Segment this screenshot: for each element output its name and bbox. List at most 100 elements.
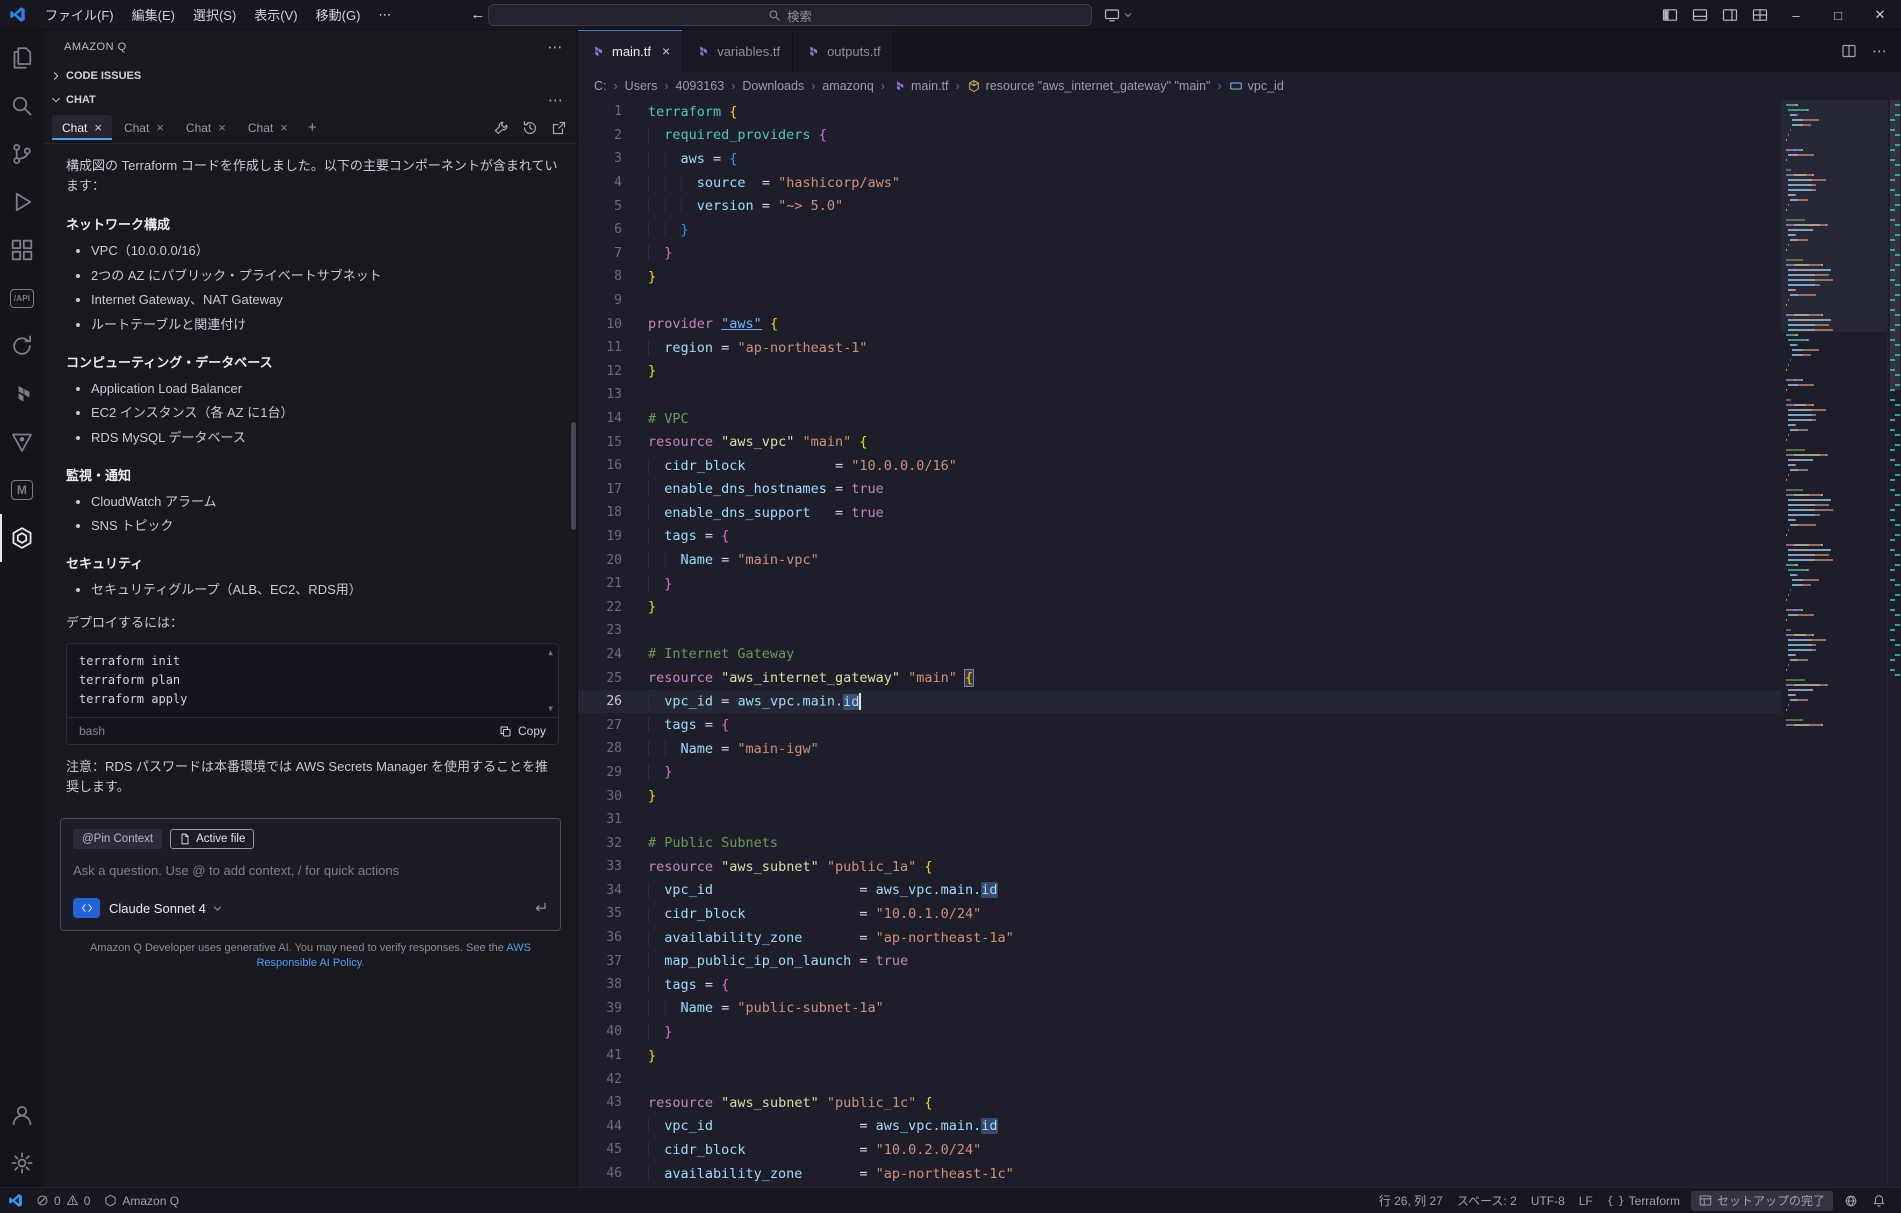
code-line[interactable]: 34 vpc_id = aws_vpc.main.id (578, 879, 1781, 903)
line-number[interactable]: 24 (578, 647, 622, 662)
breadcrumb-item[interactable]: vpc_id (1229, 79, 1284, 93)
code-line[interactable]: 46 availability_zone = "ap-northeast-1c" (578, 1162, 1781, 1186)
breadcrumb-item[interactable]: C: (594, 79, 607, 93)
line-number[interactable]: 13 (578, 387, 622, 402)
close-icon[interactable]: × (94, 120, 102, 135)
sync-activity-button[interactable] (0, 322, 44, 370)
active-file-chip[interactable]: Active file (170, 829, 255, 849)
m-extension-activity-button[interactable]: M (0, 466, 44, 514)
line-number[interactable]: 18 (578, 505, 622, 520)
line-number[interactable]: 4 (578, 175, 622, 190)
more-actions-icon[interactable]: ⋯ (548, 38, 564, 56)
menu-item[interactable]: ファイル(F) (36, 1, 123, 28)
more-actions-icon[interactable]: ⋯ (548, 91, 563, 109)
chat-tab[interactable]: Chat × (52, 115, 112, 140)
line-number[interactable]: 8 (578, 269, 622, 284)
editor-tab-variables.tf[interactable]: variables.tf (683, 30, 794, 72)
code-line[interactable]: 29 } (578, 761, 1781, 785)
chat-input[interactable]: Ask a question. Use @ to add context, / … (73, 863, 548, 878)
code-editor[interactable]: 1 terraform {2 required_providers {3 aws … (578, 100, 1781, 1187)
code-line[interactable]: 20 Name = "main-vpc" (578, 548, 1781, 572)
line-number[interactable]: 5 (578, 199, 622, 214)
code-line[interactable]: 41} (578, 1044, 1781, 1068)
line-number[interactable]: 3 (578, 151, 622, 166)
minimap[interactable] (1781, 100, 1887, 1187)
menu-item[interactable]: 選択(S) (184, 1, 245, 28)
breadcrumb-item[interactable]: resource "aws_internet_gateway" "main" (967, 79, 1210, 93)
menu-item[interactable]: 編集(E) (123, 1, 184, 28)
run-debug-activity-button[interactable] (0, 178, 44, 226)
close-button[interactable]: ✕ (1859, 0, 1901, 30)
tools-icon[interactable] (493, 120, 509, 136)
more-actions-icon[interactable]: ⋯ (1872, 42, 1887, 60)
editor-scrollbar[interactable] (1887, 100, 1901, 1187)
line-number[interactable]: 6 (578, 222, 622, 237)
customize-layout-button[interactable] (1745, 0, 1775, 30)
scroll-up-icon[interactable]: ▲ (548, 648, 553, 657)
open-in-editor-icon[interactable] (551, 120, 567, 136)
breadcrumb-item[interactable]: Users (625, 79, 658, 93)
code-line[interactable]: 30} (578, 784, 1781, 808)
code-line[interactable]: 8} (578, 265, 1781, 289)
line-number[interactable]: 9 (578, 293, 622, 308)
rest-api-activity-button[interactable]: /API (0, 274, 44, 322)
code-line[interactable]: 28 Name = "main-igw" (578, 737, 1781, 761)
more-menus-icon[interactable]: ⋯ (369, 3, 400, 27)
close-icon[interactable]: × (218, 120, 226, 135)
code-line[interactable]: 15 resource "aws_vpc" "main" { (578, 430, 1781, 454)
code-line[interactable]: 6 } (578, 218, 1781, 242)
line-number[interactable]: 20 (578, 553, 622, 568)
history-icon[interactable] (522, 120, 538, 136)
close-icon[interactable]: × (280, 120, 288, 135)
line-number[interactable]: 28 (578, 741, 622, 756)
line-number[interactable]: 45 (578, 1142, 622, 1157)
code-line[interactable]: 25 resource "aws_internet_gateway" "main"… (578, 666, 1781, 690)
accounts-activity-button[interactable] (0, 1091, 44, 1139)
code-line[interactable]: 2 required_providers { (578, 124, 1781, 148)
code-line[interactable]: 10 provider "aws" { (578, 312, 1781, 336)
code-line[interactable]: 37 map_public_ip_on_launch = true (578, 949, 1781, 973)
code-line[interactable]: 27 tags = { (578, 713, 1781, 737)
line-number[interactable]: 27 (578, 718, 622, 733)
code-line[interactable]: 42 (578, 1067, 1781, 1091)
code-line[interactable]: 5 version = "~> 5.0" (578, 194, 1781, 218)
code-line[interactable]: 43 resource "aws_subnet" "public_1c" { (578, 1091, 1781, 1115)
line-number[interactable]: 12 (578, 364, 622, 379)
chevron-down-icon[interactable] (212, 903, 223, 914)
pin-context-chip[interactable]: @Pin Context (73, 829, 163, 849)
line-number[interactable]: 15 (578, 435, 622, 450)
line-number[interactable]: 42 (578, 1072, 622, 1087)
line-number[interactable]: 17 (578, 482, 622, 497)
line-number[interactable]: 19 (578, 529, 622, 544)
code-line[interactable]: 32 # Public Subnets (578, 831, 1781, 855)
toggle-secondary-sidebar-button[interactable] (1715, 0, 1745, 30)
code-line[interactable]: 21 } (578, 572, 1781, 596)
breadcrumb-item[interactable]: 4093163 (676, 79, 725, 93)
notifications-button[interactable] (1865, 1188, 1893, 1213)
chat-tab[interactable]: Chat × (176, 115, 236, 140)
code-line[interactable]: 35 cidr_block = "10.0.1.0/24" (578, 902, 1781, 926)
scroll-down-icon[interactable]: ▼ (548, 704, 553, 713)
line-number[interactable]: 40 (578, 1024, 622, 1039)
code-line[interactable]: 1 terraform { (578, 100, 1781, 124)
copilot-menu-button[interactable] (1104, 7, 1133, 23)
code-line[interactable]: 24 # Internet Gateway (578, 643, 1781, 667)
line-number[interactable]: 36 (578, 930, 622, 945)
line-number[interactable]: 31 (578, 812, 622, 827)
menu-item[interactable]: 表示(V) (245, 1, 306, 28)
model-icon-button[interactable] (73, 898, 100, 918)
chat-tab[interactable]: Chat × (238, 115, 298, 140)
line-number[interactable]: 2 (578, 128, 622, 143)
code-line[interactable]: 40 } (578, 1020, 1781, 1044)
line-number[interactable]: 44 (578, 1119, 622, 1134)
breadcrumb-item[interactable]: main.tf (892, 79, 948, 93)
breadcrumb-item[interactable]: Downloads (742, 79, 804, 93)
toggle-panel-button[interactable] (1685, 0, 1715, 30)
line-number[interactable]: 43 (578, 1095, 622, 1110)
code-line[interactable]: 19 tags = { (578, 525, 1781, 549)
code-line[interactable]: 18 enable_dns_support = true (578, 501, 1781, 525)
editor-tab-main.tf[interactable]: main.tf × (578, 30, 684, 72)
new-chat-tab-button[interactable]: + (300, 117, 325, 138)
editor-tab-outputs.tf[interactable]: outputs.tf (793, 30, 894, 72)
remote-indicator[interactable] (0, 1188, 29, 1213)
